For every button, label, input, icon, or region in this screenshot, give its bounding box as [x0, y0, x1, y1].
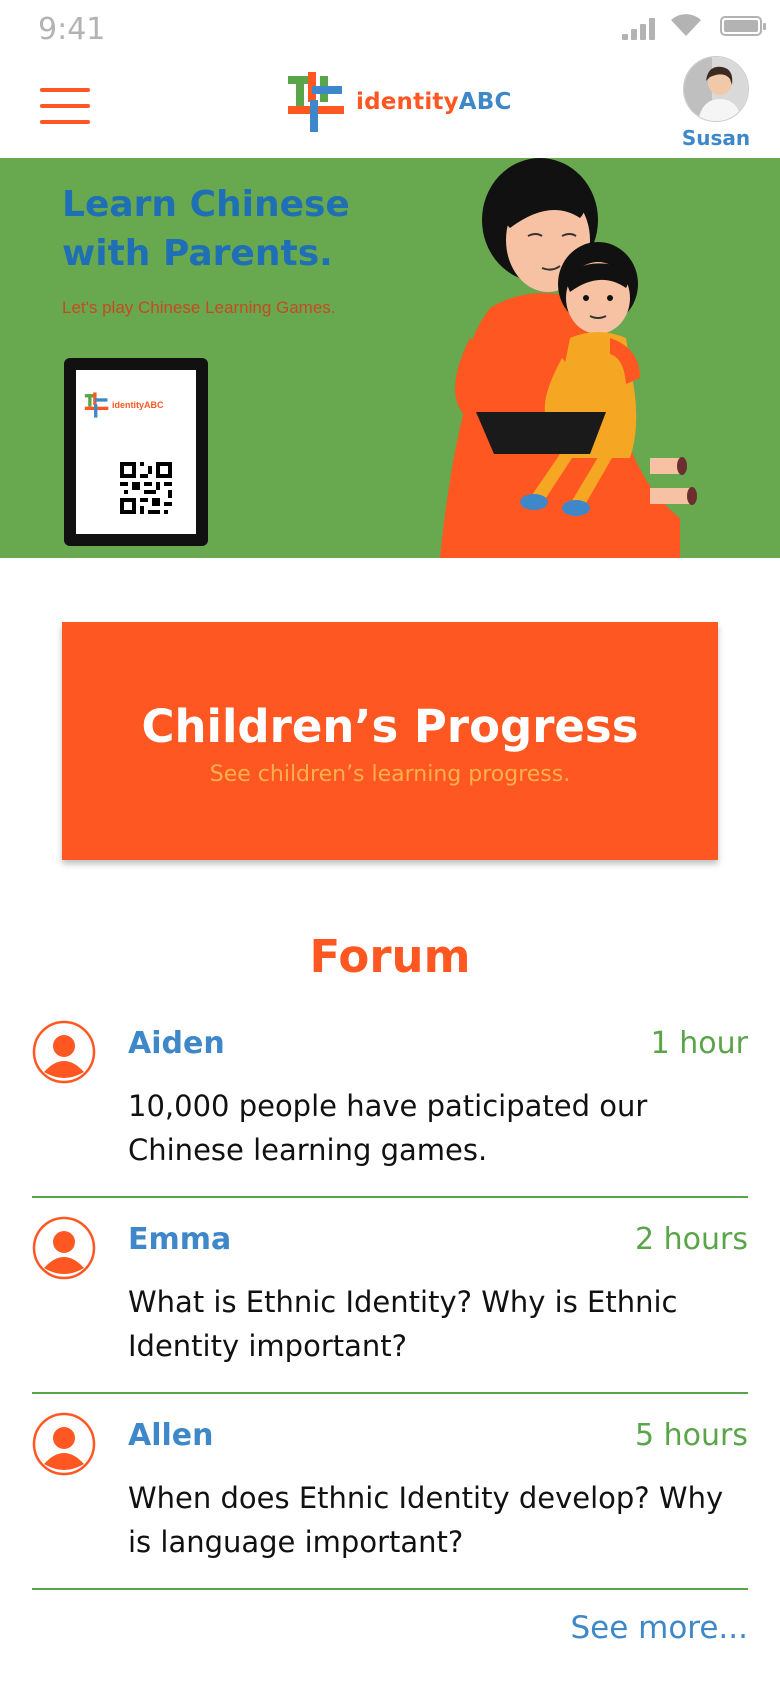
user-icon — [32, 1412, 96, 1476]
post-time: 2 hours — [635, 1222, 748, 1257]
post-time: 5 hours — [635, 1418, 748, 1453]
childrens-progress-button[interactable]: Children’s Progress See children’s learn… — [62, 622, 718, 860]
post-author[interactable]: Aiden — [128, 1026, 225, 1061]
tablet-illustration: identityABC — [64, 358, 208, 546]
forum-post[interactable]: Allen 5 hours When does Ethnic Identity … — [32, 1412, 748, 1590]
banner-subtitle: Let's play Chinese Learning Games. — [62, 298, 336, 317]
post-time: 1 hour — [650, 1026, 748, 1061]
forum-post[interactable]: Aiden 1 hour 10,000 people have paticipa… — [32, 1020, 748, 1198]
mini-logo-text: identityABC — [112, 400, 164, 410]
menu-button[interactable] — [40, 86, 90, 126]
status-time: 9:41 — [38, 12, 106, 47]
forum-title: Forum — [309, 930, 471, 983]
user-profile[interactable]: Susan — [680, 56, 752, 150]
app-header: identityABC Susan — [0, 56, 780, 158]
app-logo[interactable]: identityABC — [286, 70, 512, 134]
see-more-link[interactable]: See more... — [570, 1610, 748, 1646]
forum-post[interactable]: Emma 2 hours What is Ethnic Identity? Wh… — [32, 1216, 748, 1394]
signal-icon — [622, 18, 656, 40]
user-icon — [32, 1216, 96, 1280]
banner-title: Learn Chinese with Parents. — [62, 184, 350, 274]
logo-mark-icon — [288, 72, 344, 132]
progress-card-subtitle: See children’s learning progress. — [209, 762, 571, 787]
post-text: What is Ethnic Identity? Why is Ethnic I… — [128, 1285, 678, 1363]
battery-icon — [720, 16, 766, 36]
progress-card-title: Children’s Progress — [141, 700, 639, 753]
post-author[interactable]: Allen — [128, 1418, 214, 1453]
mini-logo-icon — [84, 392, 109, 418]
promo-banner[interactable]: Learn Chinese with Parents. Let's play C… — [0, 158, 780, 558]
post-text: When does Ethnic Identity develop? Why i… — [128, 1481, 724, 1559]
user-icon — [32, 1020, 96, 1084]
menu-icon — [40, 88, 90, 92]
post-text: 10,000 people have paticipated our Chine… — [128, 1089, 648, 1167]
post-author[interactable]: Emma — [128, 1222, 231, 1257]
wifi-icon — [671, 14, 701, 36]
user-name: Susan — [681, 126, 751, 150]
mother-child-illustration — [440, 158, 697, 558]
status-bar: 9:41 — [0, 0, 780, 56]
user-avatar-icon — [684, 57, 748, 121]
qr-code-icon — [120, 462, 172, 514]
avatar — [683, 56, 749, 122]
logo-text: identityABC — [356, 89, 512, 115]
